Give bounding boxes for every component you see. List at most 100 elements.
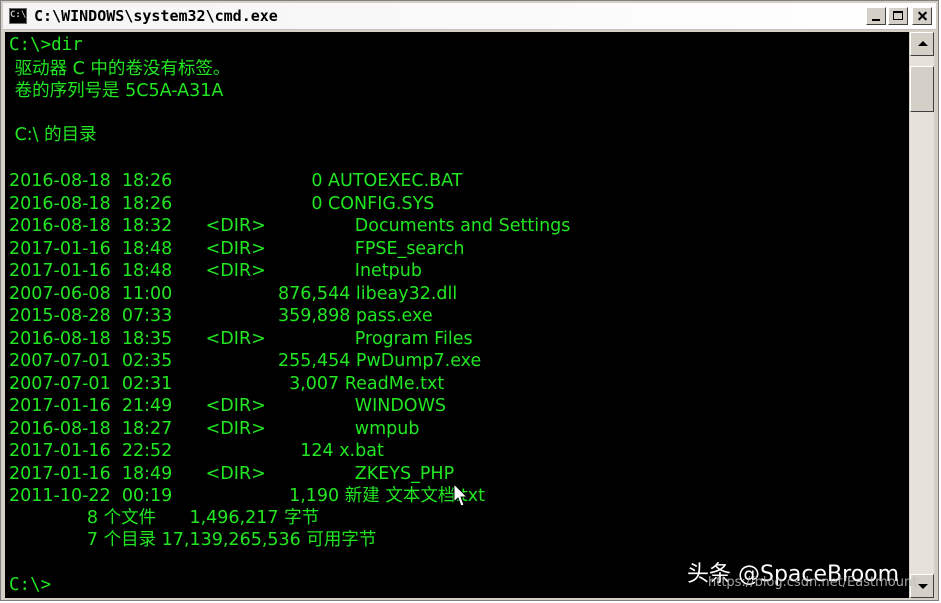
entry-size xyxy=(294,419,350,439)
prompt-command: C:\>dir xyxy=(9,35,83,55)
entry-name: ZKEYS_PHP xyxy=(349,463,455,484)
entry-dir xyxy=(183,374,261,394)
vertical-scrollbar[interactable] xyxy=(910,32,934,598)
dir-entry-row: 2016-08-18 18:35 <DIR> Program Files xyxy=(9,328,473,350)
entry-date: 2017-01-16 xyxy=(9,396,122,416)
entry-size xyxy=(294,329,350,349)
entry-time: 07:33 xyxy=(121,306,184,326)
cmd-icon[interactable]: C:\ xyxy=(9,8,27,24)
entry-date: 2015-08-28 xyxy=(9,306,122,326)
entry-name: AUTOEXEC.BAT xyxy=(322,171,463,191)
entry-name: FPSE_search xyxy=(349,238,465,259)
dir-entry-row: 2016-08-18 18:26 0 AUTOEXEC.BAT xyxy=(9,170,462,192)
entry-size: 359,898 xyxy=(261,306,351,326)
entry-date: 2017-01-16 xyxy=(9,441,122,461)
dir-entry-row: 2007-06-08 11:00 876,544 libeay32.dll xyxy=(9,283,457,305)
dir-entry-row: 2017-01-16 18:48 <DIR> Inetpub xyxy=(9,260,422,282)
entry-date: 2007-07-01 xyxy=(9,373,122,394)
entry-date: 2016-08-18 xyxy=(9,216,122,236)
entry-date: 2016-08-18 xyxy=(9,418,122,439)
entry-date: 2007-07-01 xyxy=(9,351,122,371)
entry-size xyxy=(294,261,350,281)
entry-dir xyxy=(183,441,261,461)
entry-dir: <DIR> xyxy=(183,261,294,281)
entry-dir: <DIR> xyxy=(183,396,294,416)
watermark-url: https://blog.csdn.net/Eastmount xyxy=(708,575,918,590)
dir-entry-row: 2017-01-16 22:52 124 x.bat xyxy=(9,440,384,462)
scroll-thumb[interactable] xyxy=(910,66,934,112)
entry-name: Inetpub xyxy=(349,261,422,281)
entry-date: 2017-01-16 xyxy=(9,238,122,259)
dir-entry-row: 2016-08-18 18:32 <DIR> Documents and Set… xyxy=(9,215,570,237)
title-bar[interactable]: C:\ C:\WINDOWS\system32\cmd.exe xyxy=(3,3,936,30)
maximize-button[interactable] xyxy=(888,7,908,25)
entry-time: 18:26 xyxy=(121,171,184,191)
entry-dir xyxy=(183,171,261,191)
window-title: C:\WINDOWS\system32\cmd.exe xyxy=(34,7,278,25)
entry-size xyxy=(294,216,350,236)
dir-entry-row: 2011-10-22 00:19 1,190 新建 文本文档.txt xyxy=(9,485,485,507)
entry-name: ReadMe.txt xyxy=(339,373,445,394)
entry-date: 2017-01-16 xyxy=(9,463,122,484)
entry-name: PwDump7.exe xyxy=(350,351,482,371)
entry-time: 22:52 xyxy=(121,441,184,461)
mouse-pointer-icon xyxy=(453,483,469,507)
serial-number-line: 卷的序列号是 5C5A-A31A xyxy=(9,81,224,101)
entry-dir xyxy=(183,486,261,506)
volume-label-line: 驱动器 C 中的卷没有标签。 xyxy=(9,59,231,79)
entry-time: 11:00 xyxy=(121,283,184,304)
entry-time: 18:35 xyxy=(121,328,184,349)
entry-time: 21:49 xyxy=(121,396,184,416)
entry-name: WINDOWS xyxy=(349,396,446,416)
minimize-button[interactable] xyxy=(866,7,886,25)
scroll-up-button[interactable] xyxy=(910,32,934,56)
entry-size: 255,454 xyxy=(261,351,351,371)
entry-time: 18:49 xyxy=(121,463,184,484)
entry-name: pass.exe xyxy=(350,306,433,326)
entry-size: 124 xyxy=(261,441,334,461)
entry-size: 0 xyxy=(261,171,323,191)
entry-size xyxy=(294,396,350,416)
entry-dir: <DIR> xyxy=(183,328,294,349)
entry-name: x.bat xyxy=(333,441,384,461)
entry-time: 18:26 xyxy=(121,193,184,214)
summary-dirs: 7 个目录 17,139,265,536 可用字节 xyxy=(9,530,377,550)
dir-entry-row: 2016-08-18 18:26 0 CONFIG.SYS xyxy=(9,193,434,215)
entry-name: Program Files xyxy=(349,328,473,349)
dir-entry-row: 2016-08-18 18:27 <DIR> wmpub xyxy=(9,418,419,440)
cmd-window: C:\ C:\WINDOWS\system32\cmd.exe C:\>dir … xyxy=(0,0,939,601)
entry-date: 2016-08-18 xyxy=(9,193,122,214)
final-prompt[interactable]: C:\> xyxy=(9,574,51,596)
entry-name: Documents and Settings xyxy=(349,216,571,236)
entry-dir: <DIR> xyxy=(183,463,294,484)
entry-dir xyxy=(183,351,261,371)
console-output[interactable]: C:\>dir 驱动器 C 中的卷没有标签。 卷的序列号是 5C5A-A31A … xyxy=(5,32,909,598)
window-controls xyxy=(866,7,932,25)
entry-size: 3,007 xyxy=(261,373,340,394)
entry-size: 876,544 xyxy=(261,283,351,304)
entry-time: 18:48 xyxy=(121,261,184,281)
entry-size: 1,190 xyxy=(261,486,340,506)
entry-size xyxy=(294,464,350,484)
entry-dir: <DIR> xyxy=(183,418,294,439)
entry-size xyxy=(294,239,350,259)
entry-date: 2017-01-16 xyxy=(9,261,122,281)
entry-time: 18:32 xyxy=(121,216,184,236)
entry-time: 02:35 xyxy=(121,351,184,371)
entry-dir xyxy=(183,306,261,326)
close-button[interactable] xyxy=(912,7,932,25)
entry-time: 18:27 xyxy=(121,418,184,439)
entry-time: 18:48 xyxy=(121,238,184,259)
dir-entry-row: 2017-01-16 18:48 <DIR> FPSE_search xyxy=(9,238,464,260)
entry-date: 2007-06-08 xyxy=(9,283,122,304)
entry-name: CONFIG.SYS xyxy=(322,193,435,214)
entry-name: wmpub xyxy=(349,418,420,439)
entry-dir: <DIR> xyxy=(183,238,294,259)
dir-entry-row: 2007-07-01 02:35 255,454 PwDump7.exe xyxy=(9,350,481,372)
dir-entry-row: 2015-08-28 07:33 359,898 pass.exe xyxy=(9,305,433,327)
entry-time: 00:19 xyxy=(121,486,184,506)
entry-dir xyxy=(183,194,261,214)
dir-entry-row: 2007-07-01 02:31 3,007 ReadMe.txt xyxy=(9,373,444,395)
summary-files: 8 个文件 1,496,217 字节 xyxy=(9,508,320,528)
entry-date: 2016-08-18 xyxy=(9,328,122,349)
